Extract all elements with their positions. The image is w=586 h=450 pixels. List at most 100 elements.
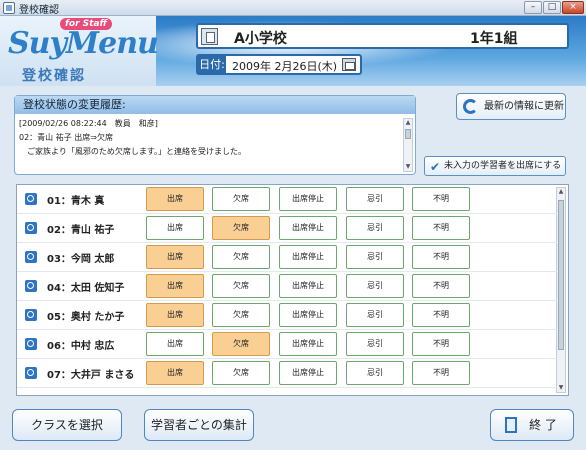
student-row: 02：青山 祐子 出席 欠席 出席停止 忌引 不明 xyxy=(17,214,557,243)
history-title: 登校状態の変更履歴: xyxy=(15,96,415,114)
status-option-button[interactable]: 忌引 xyxy=(346,303,404,327)
magnifier-icon[interactable] xyxy=(25,367,37,379)
logo-staff-badge: for Staff xyxy=(60,18,113,30)
refresh-button[interactable]: 最新の情報に更新 xyxy=(456,93,566,120)
student-name: 01：青木 真 xyxy=(47,196,105,207)
page-subtitle: 登校確認 xyxy=(22,68,86,84)
status-option-button[interactable]: 欠席 xyxy=(212,332,270,356)
student-row: 05：奥村 たか子 出席 欠席 出席停止 忌引 不明 xyxy=(17,301,557,330)
history-line: [2009/02/26 08:22:44 教員 和彦] xyxy=(19,119,158,128)
list-scrollbar[interactable]: ▲ ▼ xyxy=(556,187,566,393)
status-option-button[interactable]: 出席停止 xyxy=(279,245,337,269)
status-option-button[interactable]: 出席停止 xyxy=(279,187,337,211)
school-name: A小学校 xyxy=(234,31,287,47)
status-option-button[interactable]: 欠席 xyxy=(212,274,270,298)
date-value: 2009年 2月26日(木) xyxy=(232,60,338,73)
logo: SuyMenu for Staff xyxy=(8,18,159,62)
check-icon: ✔ xyxy=(430,160,441,174)
scroll-down-icon[interactable]: ▼ xyxy=(404,163,412,171)
status-option-button[interactable]: 出席 xyxy=(146,361,204,385)
magnifier-icon[interactable] xyxy=(25,222,37,234)
status-option-button[interactable]: 忌引 xyxy=(346,361,404,385)
status-option-button[interactable]: 不明 xyxy=(412,216,470,240)
status-option-button[interactable]: 出席停止 xyxy=(279,216,337,240)
history-log: [2009/02/26 08:22:44 教員 和彦] 02：青山 祐子 出席⇒… xyxy=(19,117,401,172)
student-name: 06：中村 忠広 xyxy=(47,341,115,352)
status-option-button[interactable]: 出席 xyxy=(146,274,204,298)
history-line: 02：青山 祐子 出席⇒欠席 xyxy=(19,133,113,142)
student-list: ▲ ▼ 01：青木 真出席 欠席 出席停止 忌引 不明 02：青山 祐子 出席 欠席 出席停止忌… xyxy=(16,184,569,396)
status-option-button[interactable]: 不明 xyxy=(412,303,470,327)
status-option-button[interactable]: 忌引 xyxy=(346,216,404,240)
status-option-button[interactable]: 欠席 xyxy=(212,216,270,240)
student-name: 02：青山 祐子 xyxy=(47,225,115,236)
status-option-button[interactable]: 不明 xyxy=(412,187,470,211)
magnifier-icon[interactable] xyxy=(25,309,37,321)
history-line: ご家族より「風邪のため欠席します。」と連絡を受けました。 xyxy=(19,147,247,156)
scroll-up-icon[interactable]: ▲ xyxy=(557,188,565,196)
status-option-button[interactable]: 出席 xyxy=(146,245,204,269)
magnifier-icon[interactable] xyxy=(25,338,37,350)
magnifier-icon[interactable] xyxy=(25,280,37,292)
status-option-button[interactable]: 不明 xyxy=(412,361,470,385)
status-option-button[interactable]: 不明 xyxy=(412,332,470,356)
status-option-button[interactable]: 欠席 xyxy=(212,303,270,327)
scroll-thumb[interactable] xyxy=(405,129,411,139)
date-label: 日付: xyxy=(198,56,226,73)
status-option-button[interactable]: 出席停止 xyxy=(279,332,337,356)
status-option-button[interactable]: 出席 xyxy=(146,216,204,240)
student-row: 03：今岡 太郎 出席 欠席 出席停止 忌引 不明 xyxy=(17,243,557,272)
student-name: 03：今岡 太郎 xyxy=(47,254,115,265)
magnifier-icon[interactable] xyxy=(25,251,37,263)
student-row: 06：中村 忠広 出席 欠席 出席停止 忌引 不明 xyxy=(17,330,557,359)
status-option-button[interactable]: 不明 xyxy=(412,245,470,269)
status-option-button[interactable]: 忌引 xyxy=(346,274,404,298)
status-option-button[interactable]: 欠席 xyxy=(212,361,270,385)
mark-all-present-button[interactable]: ✔ 未入力の学習者を出席にする xyxy=(424,156,566,176)
status-option-button[interactable]: 出席 xyxy=(146,332,204,356)
header: SuyMenu for Staff 登校確認 A小学校 1年1組 日付: 200… xyxy=(0,16,586,86)
logo-text: SuyMenu xyxy=(8,26,159,61)
student-name: 05：奥村 たか子 xyxy=(47,312,125,323)
mark-all-present-label: 未入力の学習者を出席にする xyxy=(444,161,562,171)
status-option-button[interactable]: 欠席 xyxy=(212,187,270,211)
calendar-icon[interactable] xyxy=(342,58,356,71)
title-bar: 登校確認 – □ × xyxy=(0,0,586,16)
student-row: 04：太田 佐知子 出席 欠席 出席停止 忌引 不明 xyxy=(17,272,557,301)
exit-door-icon xyxy=(505,417,517,433)
close-button[interactable]: × xyxy=(562,1,584,14)
history-scrollbar[interactable]: ▲ ▼ xyxy=(403,118,413,172)
student-row: 01：青木 真 出席 欠席 出席停止 忌引 不明 xyxy=(17,185,557,214)
scroll-up-icon[interactable]: ▲ xyxy=(404,119,412,127)
scroll-down-icon[interactable]: ▼ xyxy=(557,384,565,392)
window-title: 登校確認 xyxy=(19,5,59,16)
status-option-button[interactable]: 出席 xyxy=(146,303,204,327)
status-option-button[interactable]: 忌引 xyxy=(346,187,404,211)
student-name: 04：太田 佐知子 xyxy=(47,283,125,294)
school-info: A小学校 1年1組 xyxy=(196,23,569,49)
status-option-button[interactable]: 忌引 xyxy=(346,332,404,356)
status-option-button[interactable]: 出席停止 xyxy=(279,303,337,327)
history-panel: 登校状態の変更履歴: [2009/02/26 08:22:44 教員 和彦] 0… xyxy=(14,95,416,175)
refresh-label: 最新の情報に更新 xyxy=(484,101,564,112)
school-icon xyxy=(201,28,218,45)
date-field[interactable]: 日付: 2009年 2月26日(木) xyxy=(196,54,362,75)
refresh-icon xyxy=(463,99,478,114)
status-option-button[interactable]: 出席停止 xyxy=(279,274,337,298)
magnifier-icon[interactable] xyxy=(25,193,37,205)
status-option-button[interactable]: 出席停止 xyxy=(279,361,337,385)
class-name: 1年1組 xyxy=(470,31,518,47)
exit-button[interactable]: 終 了 xyxy=(490,409,574,441)
status-option-button[interactable]: 不明 xyxy=(412,274,470,298)
app-icon xyxy=(3,2,15,14)
select-class-button[interactable]: クラスを選択 xyxy=(12,409,122,441)
status-option-button[interactable]: 出席 xyxy=(146,187,204,211)
student-row: 07：大井戸 まさる 出席 欠席 出席停止 忌引 不明 xyxy=(17,359,557,388)
student-name: 07：大井戸 まさる xyxy=(47,370,135,381)
minimize-button[interactable]: – xyxy=(524,1,542,14)
maximize-button[interactable]: □ xyxy=(543,1,561,14)
status-option-button[interactable]: 忌引 xyxy=(346,245,404,269)
scroll-thumb[interactable] xyxy=(558,200,564,350)
per-learner-summary-button[interactable]: 学習者ごとの集計 xyxy=(144,409,254,441)
status-option-button[interactable]: 欠席 xyxy=(212,245,270,269)
